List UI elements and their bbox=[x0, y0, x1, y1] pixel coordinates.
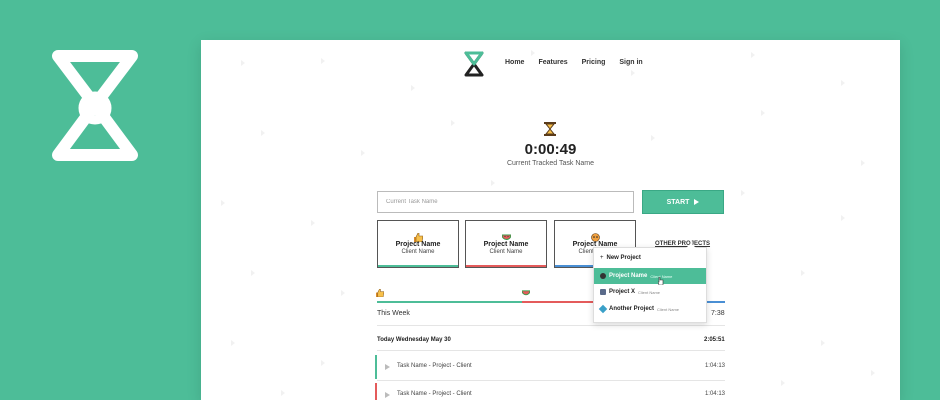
dropdown-client-name: Client Name bbox=[638, 289, 661, 295]
nav-home[interactable]: Home bbox=[505, 59, 524, 66]
dropdown-project-name: Project Name bbox=[609, 273, 648, 279]
dropdown-project-item[interactable]: Project X Client Name bbox=[594, 284, 706, 300]
chart-icon bbox=[600, 289, 606, 295]
plus-icon: + bbox=[600, 255, 604, 261]
divider bbox=[377, 325, 725, 326]
week-segment bbox=[377, 301, 522, 303]
dropdown-project-item[interactable]: Another Project Client Name bbox=[594, 301, 706, 317]
project-name: Project Name bbox=[483, 241, 529, 248]
day-label: Today Wednesday May 30 bbox=[377, 337, 451, 343]
project-card[interactable]: Project Name Client Name bbox=[465, 220, 547, 268]
project-color-bar bbox=[466, 265, 546, 267]
dropdown-project-name: Project X bbox=[609, 289, 636, 295]
time-entry-row[interactable]: Task Name - Project - Client 1:04:13 bbox=[375, 383, 725, 400]
entry-color-bar bbox=[375, 355, 377, 379]
timer-display: 0:00:49 bbox=[524, 141, 577, 158]
play-icon[interactable] bbox=[385, 364, 390, 370]
other-projects-dropdown: + New Project Project Name Client Name P… bbox=[593, 243, 707, 323]
nav-hourglass-logo[interactable] bbox=[464, 51, 484, 77]
dropdown-caret bbox=[686, 243, 696, 248]
globe-icon bbox=[600, 273, 606, 279]
app-window: Home Features Pricing Sign in 0:00:49 Cu… bbox=[201, 40, 900, 400]
project-card[interactable]: Project Name Client Name bbox=[377, 220, 459, 268]
project-name: Project Name bbox=[395, 241, 441, 248]
dropdown-project-item[interactable]: Project Name Client Name bbox=[594, 268, 706, 285]
divider bbox=[377, 380, 725, 381]
entry-color-bar bbox=[375, 383, 377, 400]
brand-hourglass-logo bbox=[52, 50, 138, 161]
current-task-caption: Current Tracked Task Name bbox=[506, 160, 594, 167]
divider bbox=[377, 350, 725, 351]
play-icon bbox=[694, 199, 700, 205]
client-name: Client Name bbox=[489, 249, 523, 255]
dropdown-client-name: Client Name bbox=[657, 306, 680, 312]
entry-name: Task Name - Project - Client bbox=[397, 363, 472, 369]
time-entry-row[interactable]: Task Name - Project - Client 1:04:13 bbox=[375, 355, 725, 379]
nav-features[interactable]: Features bbox=[538, 59, 567, 66]
task-name-input[interactable] bbox=[377, 191, 634, 213]
hourglass-icon bbox=[544, 122, 556, 136]
main-nav: Home Features Pricing Sign in bbox=[505, 59, 643, 66]
entry-name: Task Name - Project - Client bbox=[397, 391, 472, 397]
start-button-label: START bbox=[666, 198, 690, 206]
start-button[interactable]: START bbox=[642, 190, 724, 214]
diamond-icon bbox=[598, 304, 608, 314]
thumbs-up-icon bbox=[376, 289, 384, 297]
new-project-item[interactable]: + New Project bbox=[594, 250, 706, 266]
entry-duration: 1:04:13 bbox=[704, 391, 725, 397]
entry-duration: 1:04:13 bbox=[704, 363, 725, 369]
dropdown-project-name: Another Project bbox=[609, 306, 655, 312]
day-total: 2:05:51 bbox=[704, 337, 725, 343]
watermelon-icon bbox=[522, 290, 530, 296]
heart-pattern-background bbox=[221, 50, 875, 396]
nav-pricing[interactable]: Pricing bbox=[582, 59, 606, 66]
week-total: 7:38 bbox=[711, 310, 725, 317]
new-project-label: New Project bbox=[606, 255, 641, 261]
nav-sign-in[interactable]: Sign in bbox=[619, 59, 642, 66]
week-label: This Week bbox=[377, 310, 410, 317]
project-color-bar bbox=[378, 265, 458, 267]
play-icon[interactable] bbox=[385, 392, 390, 398]
client-name: Client Name bbox=[401, 249, 435, 255]
